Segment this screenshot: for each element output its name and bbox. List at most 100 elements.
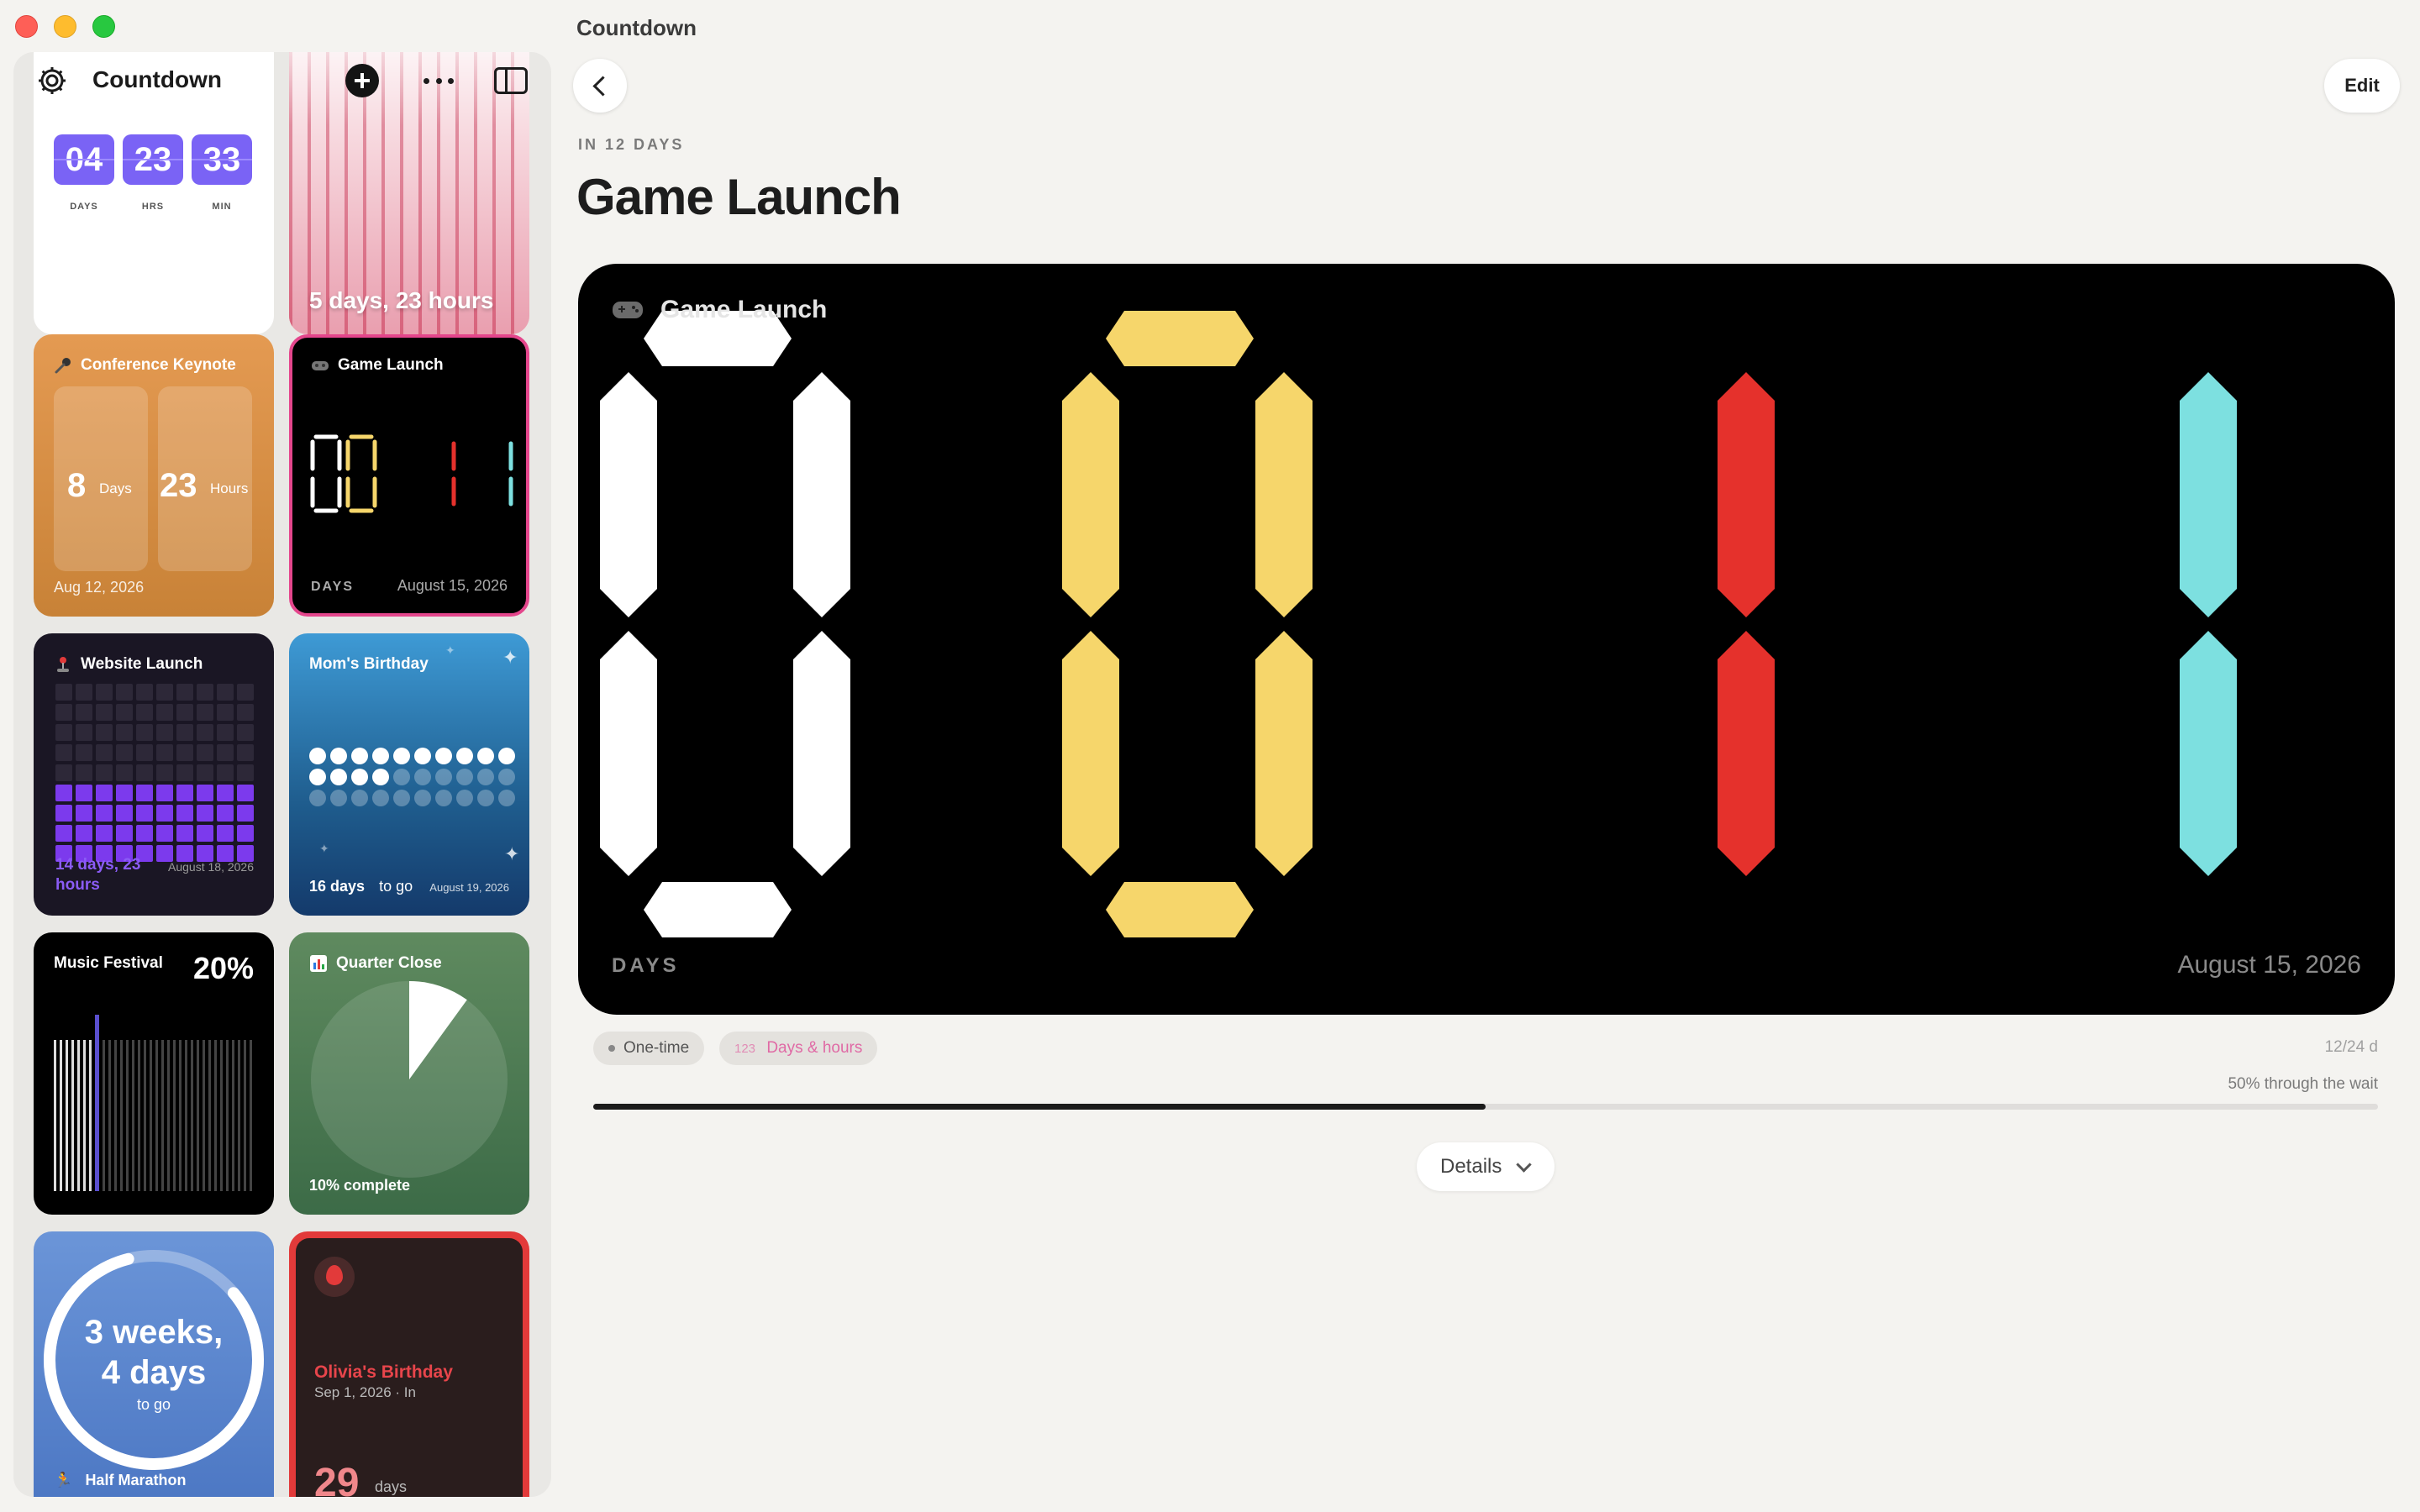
olivia-days-value: 29 (314, 1461, 360, 1497)
zoom-window-button[interactable] (92, 15, 115, 38)
grid-block (217, 785, 234, 801)
details-button[interactable]: Details (1417, 1142, 1555, 1191)
grid-block (217, 684, 234, 701)
grid-block (156, 785, 173, 801)
grid-block (217, 724, 234, 741)
flip-label-days: DAYS (70, 202, 98, 212)
segment-digit (2180, 372, 2237, 876)
grid-block (76, 825, 92, 842)
grid-block (217, 704, 234, 721)
grid-block (96, 764, 113, 781)
music-bar (226, 1040, 229, 1191)
progress-dot (477, 790, 494, 806)
sidebar: 04 23 33 DAYS HRS MIN 5 days, 23 hours C… (13, 52, 551, 1497)
minimize-window-button[interactable] (54, 15, 76, 38)
display-unit: DAYS (612, 954, 680, 977)
segment (1718, 631, 1775, 876)
segment (600, 631, 657, 876)
progress-dot (330, 769, 347, 785)
grid-block (156, 845, 173, 862)
grid-block (197, 785, 213, 801)
grid-block (156, 684, 173, 701)
wait-progress-text: 50% through the wait (2228, 1075, 2378, 1093)
balloon-icon (314, 1257, 355, 1297)
conference-days-value: 8 (67, 467, 87, 504)
card-title: Music Festival (54, 954, 163, 972)
music-progress-bars (54, 1015, 255, 1191)
flip-minutes: 33 (192, 134, 252, 185)
music-bar (214, 1040, 217, 1191)
sidebar-toggle-icon[interactable] (494, 67, 528, 94)
card-game-launch[interactable]: Game Launch DAYS August 15, 2026 (289, 334, 529, 617)
flip-days: 04 (54, 134, 114, 185)
grid-block (55, 825, 72, 842)
music-bar (150, 1040, 152, 1191)
grid-block (55, 785, 72, 801)
grid-block (237, 704, 254, 721)
segment (2180, 372, 2237, 617)
grid-block (176, 845, 193, 862)
progress-dot (330, 790, 347, 806)
grid-block (136, 825, 153, 842)
grid-block (55, 724, 72, 741)
segment (2180, 631, 2237, 876)
grid-block (176, 744, 193, 761)
progress-dot (435, 769, 452, 785)
microphone-icon (54, 356, 72, 375)
card-olivias-birthday[interactable]: Olivia's Birthday Sep 1, 2026 · In 29 da… (289, 1231, 529, 1497)
music-bar (191, 1040, 193, 1191)
card-music-festival[interactable]: Music Festival 20% (34, 932, 274, 1215)
marathon-line1: 3 weeks, (84, 1314, 224, 1351)
grid-block (136, 704, 153, 721)
card-half-marathon[interactable]: 3 weeks, 4 days to go 🏃 Half Marathon (34, 1231, 274, 1497)
close-window-button[interactable] (15, 15, 38, 38)
music-bar (250, 1040, 252, 1191)
card-moms-birthday[interactable]: Mom's Birthday ✦ ✦ ✦ ✦ 16 days to go Aug… (289, 633, 529, 916)
grid-block (156, 825, 173, 842)
olivia-name: Olivia's Birthday (314, 1362, 453, 1382)
progress-dot (309, 748, 326, 764)
grid-block (197, 845, 213, 862)
grid-block (76, 805, 92, 822)
grid-block (176, 825, 193, 842)
music-bar (220, 1040, 223, 1191)
card-website-launch[interactable]: Website Launch 14 days, 23 hours August … (34, 633, 274, 916)
music-bar (120, 1040, 123, 1191)
music-bar (197, 1040, 199, 1191)
grid-block (237, 785, 254, 801)
music-bar (83, 1040, 86, 1191)
music-bar (238, 1040, 240, 1191)
back-button[interactable] (573, 59, 627, 113)
grid-block (116, 704, 133, 721)
grid-block (197, 825, 213, 842)
edit-button[interactable]: Edit (2324, 59, 2400, 113)
chart-icon (309, 954, 328, 973)
grid-block (96, 704, 113, 721)
wait-progress-bar (593, 1104, 2378, 1110)
gear-icon[interactable] (35, 64, 69, 97)
game-unit: DAYS (311, 580, 354, 594)
olivia-sub: Sep 1, 2026 · In (314, 1384, 416, 1400)
music-bar (103, 1040, 105, 1191)
progress-dot (351, 769, 368, 785)
card-conference-keynote[interactable]: Conference Keynote 8 Days 23 Hours Aug 1… (34, 334, 274, 617)
add-countdown-button[interactable] (345, 64, 379, 97)
olivia-days-unit: days (375, 1478, 408, 1495)
music-bar (208, 1040, 211, 1191)
card-quarter-close[interactable]: Quarter Close 10% complete (289, 932, 529, 1215)
segment-digit (600, 311, 850, 937)
grid-block (55, 805, 72, 822)
segment (1062, 372, 1119, 617)
grid-block (237, 805, 254, 822)
more-options-button[interactable] (420, 66, 457, 96)
progress-dot (456, 790, 473, 806)
music-bar (89, 1040, 92, 1191)
page-title: Game Launch (576, 169, 902, 225)
music-bar (60, 1040, 62, 1191)
website-progress-grid (55, 684, 254, 862)
progress-dot (351, 748, 368, 764)
grid-block (76, 785, 92, 801)
segment (1255, 372, 1313, 617)
progress-dot (456, 748, 473, 764)
grid-block (176, 764, 193, 781)
